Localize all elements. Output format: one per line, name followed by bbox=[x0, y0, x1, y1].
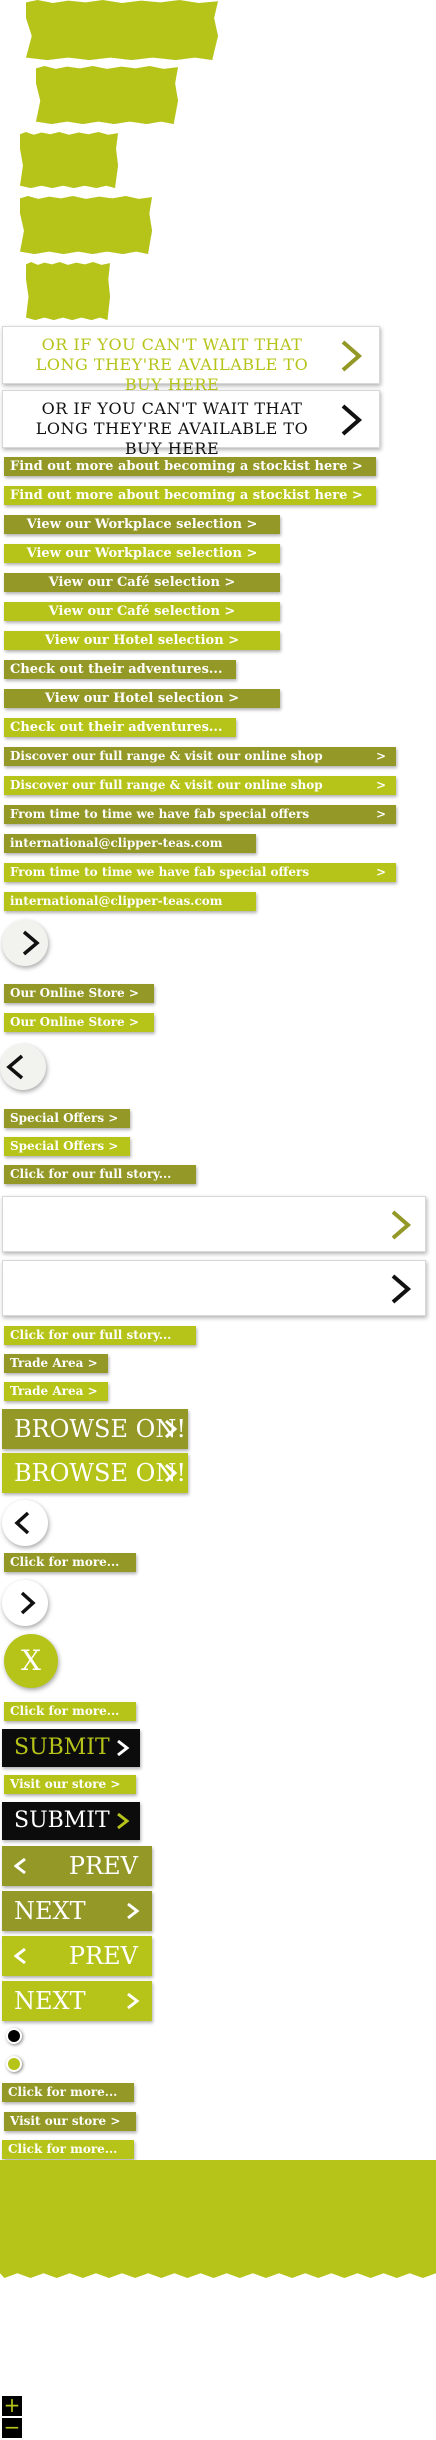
buy-here-text: OR IF YOU CAN'T WAIT THAT LONG THEY'RE A… bbox=[35, 335, 309, 394]
close-button[interactable]: X bbox=[4, 1634, 58, 1688]
email-link[interactable]: international@clipper-teas.com bbox=[4, 834, 256, 853]
discover-shop-button[interactable]: Discover our full range & visit our onli… bbox=[4, 747, 396, 766]
special-offers-banner-button[interactable]: From time to time we have fab special of… bbox=[4, 863, 396, 882]
browse-on-button[interactable]: BROWSE ON! bbox=[2, 1409, 188, 1449]
email-link[interactable]: international@clipper-teas.com bbox=[4, 892, 256, 911]
next-label: NEXT bbox=[14, 1897, 86, 1925]
chevron-right-icon bbox=[341, 404, 363, 436]
chevron-left-icon bbox=[6, 1054, 24, 1080]
browse-on-button[interactable]: BROWSE ON! bbox=[2, 1453, 188, 1493]
stockist-button[interactable]: Find out more about becoming a stockist … bbox=[4, 457, 376, 476]
browse-on-label: BROWSE ON! bbox=[14, 1459, 186, 1487]
submit-label: SUBMIT bbox=[14, 1735, 110, 1760]
chevron-left-icon bbox=[14, 1857, 26, 1875]
chevron-right-icon bbox=[391, 1274, 412, 1304]
trade-area-button[interactable]: Trade Area > bbox=[4, 1382, 108, 1401]
chevron-right-icon bbox=[127, 1902, 140, 1920]
empty-card-black-arrow[interactable] bbox=[2, 1260, 426, 1316]
next-arrow-round-button[interactable] bbox=[2, 920, 48, 966]
arrow-right-icon: > bbox=[375, 807, 386, 821]
prev-label: PREV bbox=[68, 1942, 138, 1970]
chevron-right-icon bbox=[117, 1812, 130, 1830]
online-store-button[interactable]: Our Online Store > bbox=[4, 1013, 154, 1032]
full-story-button[interactable]: Click for our full story... bbox=[4, 1165, 196, 1184]
chevron-right-icon bbox=[165, 1463, 178, 1483]
cafe-selection-button[interactable]: View our Café selection > bbox=[4, 573, 280, 592]
special-offers-label: From time to time we have fab special of… bbox=[10, 807, 310, 821]
click-for-more-button[interactable]: Click for more... bbox=[2, 2083, 134, 2102]
torn-paper-tab-4 bbox=[20, 196, 152, 254]
prev-button[interactable]: PREV bbox=[2, 1936, 152, 1976]
workplace-selection-button[interactable]: View our Workplace selection > bbox=[4, 544, 280, 563]
torn-paper-tab-3 bbox=[20, 132, 118, 188]
chevron-left-icon bbox=[14, 1947, 26, 1965]
discover-shop-label: Discover our full range & visit our onli… bbox=[10, 778, 323, 792]
buy-here-card-lime[interactable]: OR IF YOU CAN'T WAIT THAT LONG THEY'RE A… bbox=[2, 326, 380, 394]
chevron-left-icon bbox=[14, 1511, 30, 1535]
chevron-right-icon bbox=[22, 930, 40, 956]
slider-dot-lime[interactable] bbox=[6, 2056, 22, 2072]
browse-on-label: BROWSE ON! bbox=[14, 1415, 186, 1443]
discover-shop-button[interactable]: Discover our full range & visit our onli… bbox=[4, 776, 396, 795]
hotel-selection-button[interactable]: View our Hotel selection > bbox=[4, 631, 280, 650]
online-store-button[interactable]: Our Online Store > bbox=[4, 984, 154, 1003]
special-offers-banner-button[interactable]: From time to time we have fab special of… bbox=[4, 805, 396, 824]
chevron-right-icon bbox=[20, 1591, 36, 1615]
chevron-right-icon bbox=[391, 1210, 412, 1240]
visit-store-button[interactable]: Visit our store > bbox=[4, 1775, 136, 1794]
chevron-right-icon bbox=[341, 340, 363, 372]
visit-store-button[interactable]: Visit our store > bbox=[4, 2112, 136, 2131]
cafe-selection-button[interactable]: View our Café selection > bbox=[4, 602, 280, 621]
hotel-selection-button[interactable]: View our Hotel selection > bbox=[4, 689, 280, 708]
special-offers-label: From time to time we have fab special of… bbox=[10, 865, 310, 879]
special-offers-button[interactable]: Special Offers > bbox=[4, 1137, 130, 1156]
click-for-more-button[interactable]: Click for more... bbox=[4, 1553, 136, 1572]
arrow-right-icon: > bbox=[375, 778, 386, 792]
arrow-right-icon: > bbox=[375, 865, 386, 879]
zoom-out-button[interactable]: − bbox=[2, 2417, 22, 2438]
torn-paper-tab-2 bbox=[36, 66, 178, 124]
trade-area-button[interactable]: Trade Area > bbox=[4, 1354, 108, 1373]
adventures-button[interactable]: Check out their adventures... bbox=[4, 718, 236, 737]
chevron-right-icon bbox=[165, 1419, 178, 1439]
prev-arrow-round-button[interactable] bbox=[0, 1044, 46, 1090]
arrow-right-icon: > bbox=[375, 749, 386, 763]
prev-label: PREV bbox=[68, 1852, 138, 1880]
workplace-selection-button[interactable]: View our Workplace selection > bbox=[4, 515, 280, 534]
full-story-button[interactable]: Click for our full story... bbox=[4, 1326, 196, 1345]
empty-card-lime-arrow[interactable] bbox=[2, 1196, 426, 1252]
torn-paper-tab-5 bbox=[26, 262, 110, 320]
zoom-in-button[interactable]: + bbox=[2, 2395, 22, 2416]
chevron-right-icon bbox=[127, 1992, 140, 2010]
chevron-right-icon bbox=[117, 1739, 130, 1757]
special-offers-button[interactable]: Special Offers > bbox=[4, 1109, 130, 1128]
prev-circle-button[interactable] bbox=[2, 1500, 48, 1546]
prev-button[interactable]: PREV bbox=[2, 1846, 152, 1886]
submit-label: SUBMIT bbox=[14, 1808, 110, 1833]
buy-here-text: OR IF YOU CAN'T WAIT THAT LONG THEY'RE A… bbox=[35, 399, 309, 458]
buy-here-card-black[interactable]: OR IF YOU CAN'T WAIT THAT LONG THEY'RE A… bbox=[2, 390, 380, 458]
submit-button[interactable]: SUBMIT bbox=[2, 1802, 140, 1840]
discover-shop-label: Discover our full range & visit our onli… bbox=[10, 749, 323, 763]
click-for-more-button[interactable]: Click for more... bbox=[2, 2140, 134, 2159]
next-button[interactable]: NEXT bbox=[2, 1981, 152, 2021]
lime-panel bbox=[0, 2160, 436, 2278]
click-for-more-button[interactable]: Click for more... bbox=[4, 1702, 136, 1721]
submit-button[interactable]: SUBMIT bbox=[2, 1729, 140, 1767]
adventures-button[interactable]: Check out their adventures... bbox=[4, 660, 236, 679]
next-circle-button[interactable] bbox=[2, 1580, 48, 1626]
stockist-button[interactable]: Find out more about becoming a stockist … bbox=[4, 486, 376, 505]
torn-paper-tab-1 bbox=[26, 0, 218, 60]
slider-dot-black[interactable] bbox=[6, 2028, 22, 2044]
next-label: NEXT bbox=[14, 1987, 86, 2015]
next-button[interactable]: NEXT bbox=[2, 1891, 152, 1931]
